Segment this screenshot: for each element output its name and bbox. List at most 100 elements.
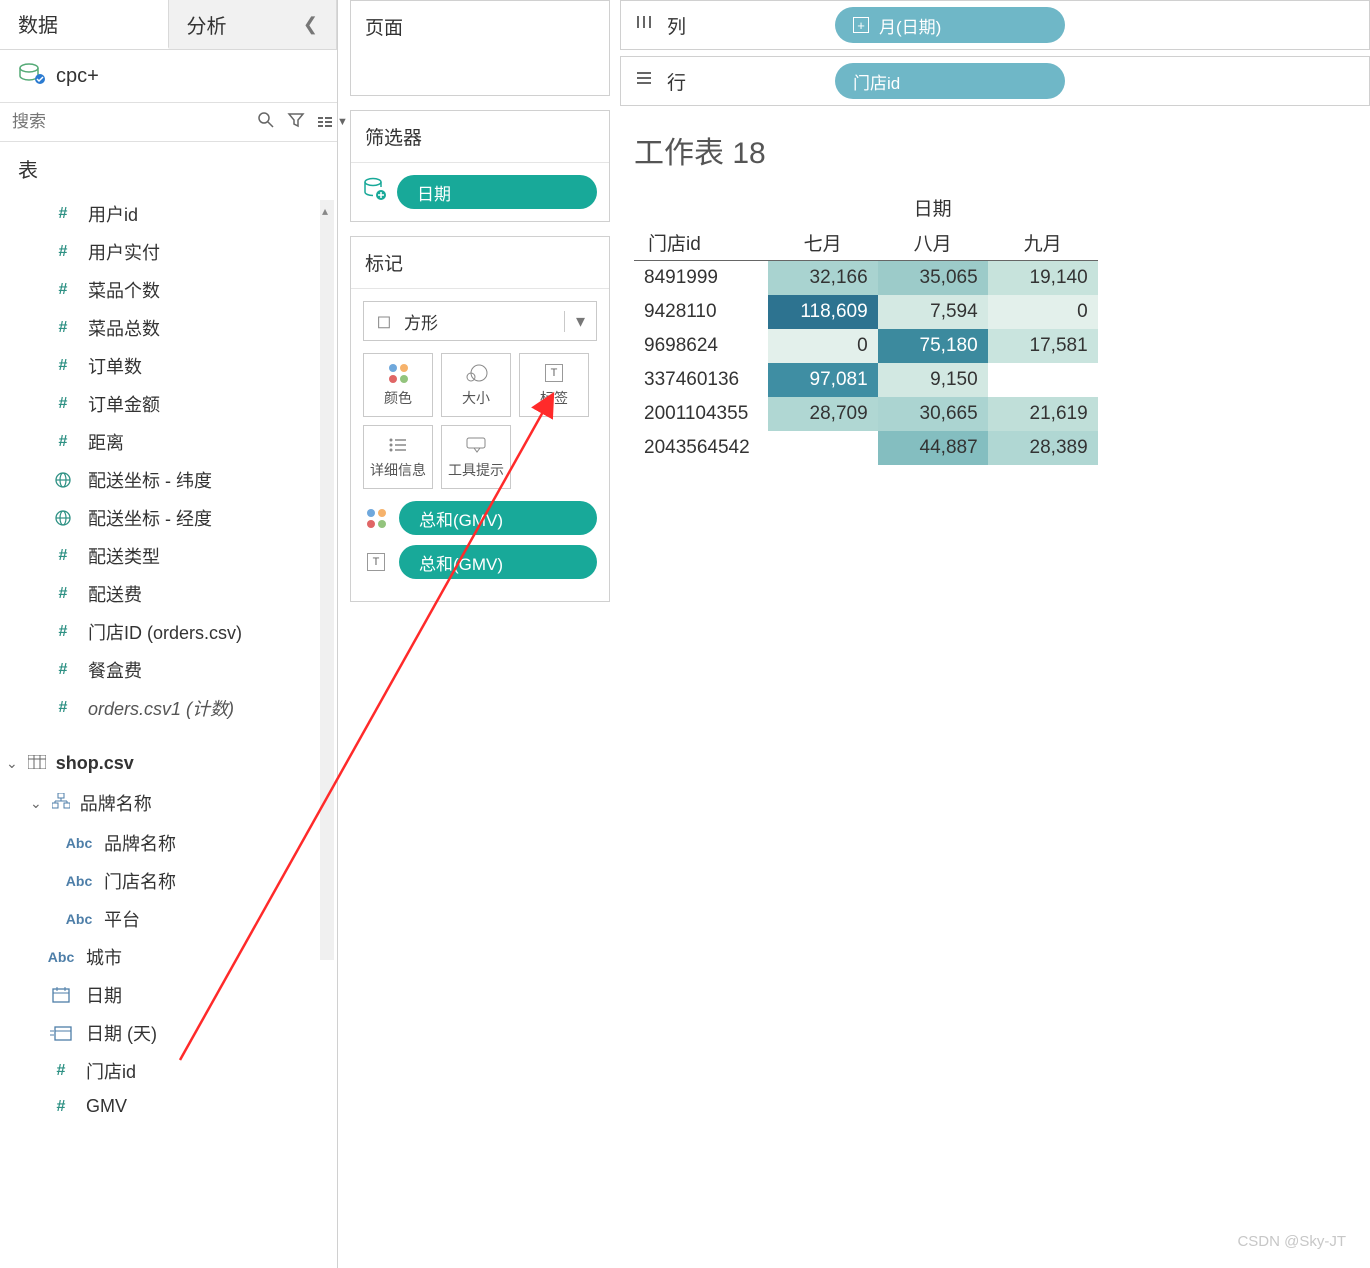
tab-analysis[interactable]: 分析 ❮ <box>169 0 338 49</box>
scroll-up-icon[interactable]: ▴ <box>322 204 328 218</box>
cell: 118,609 <box>768 295 878 329</box>
filter-pill-date[interactable]: 日期 <box>397 175 597 209</box>
field-item[interactable]: 配送坐标 - 纬度 <box>0 461 337 499</box>
field-item[interactable]: #距离 <box>0 423 337 461</box>
column-pill-month-date[interactable]: + 月(日期) <box>835 7 1065 43</box>
cell: 7,594 <box>878 295 988 329</box>
number-icon: # <box>50 395 76 413</box>
field-item[interactable]: #门店ID (orders.csv) <box>0 613 337 651</box>
field-item[interactable]: #菜品个数 <box>0 271 337 309</box>
field-item[interactable]: #GMV <box>0 1090 337 1123</box>
col-header: 八月 <box>878 225 988 261</box>
hierarchy-label: 品牌名称 <box>80 790 152 816</box>
detail-icon <box>388 434 408 456</box>
tooltip-icon <box>465 434 487 456</box>
mark-detail-button[interactable]: 详细信息 <box>363 425 433 489</box>
field-item[interactable]: #订单数 <box>0 347 337 385</box>
mark-pill-text-label: 总和(GMV) <box>399 545 597 579</box>
field-item[interactable]: 日期 (天) <box>0 1014 337 1052</box>
number-icon: # <box>50 281 76 299</box>
field-label: 平台 <box>104 906 140 932</box>
columns-label: 列 <box>667 12 686 39</box>
date-discrete-icon <box>48 1025 74 1041</box>
field-label: 用户实付 <box>88 239 160 265</box>
mark-size-button[interactable]: 大小 <box>441 353 511 417</box>
search-icon[interactable] <box>257 111 275 134</box>
col-super-header: 日期 <box>768 190 1098 225</box>
datasource-row[interactable]: cpc+ <box>0 50 337 102</box>
marks-card: 标记 ◻ 方形 ▾ 颜色 大小 T 标签 <box>350 236 610 602</box>
field-item[interactable]: #配送费 <box>0 575 337 613</box>
rows-shelf[interactable]: 行 门店id <box>620 56 1370 106</box>
string-icon: Abc <box>66 873 92 889</box>
mark-pill-color[interactable]: 总和(GMV) <box>363 501 597 535</box>
table-shop-label: shop.csv <box>56 753 134 774</box>
row-pill-shopid[interactable]: 门店id <box>835 63 1065 99</box>
table-shop[interactable]: ⌄ shop.csv <box>0 745 337 782</box>
field-item[interactable]: #配送类型 <box>0 537 337 575</box>
field-label: 餐盒费 <box>88 657 142 683</box>
filters-title: 筛选器 <box>351 111 609 163</box>
mark-pill-text[interactable]: T 总和(GMV) <box>363 545 597 579</box>
cell <box>988 363 1098 397</box>
table-row: 9698624075,18017,581 <box>634 329 1098 363</box>
field-label: 门店id <box>86 1058 136 1084</box>
worksheet-view: 工作表 18 日期门店id七月八月九月849199932,16635,06519… <box>634 120 1360 465</box>
globe-icon <box>50 509 76 527</box>
dropdown-icon: ▾ <box>564 311 596 332</box>
data-pane: 数据 分析 ❮ cpc+ ▼ 表 ▴ #用户id#用户实付#菜品个数#菜品总数#… <box>0 0 338 1268</box>
filter-icon[interactable] <box>287 111 305 134</box>
field-item[interactable]: #用户id <box>0 195 337 233</box>
tab-analysis-label: 分析 <box>187 10 227 39</box>
field-label: 配送类型 <box>88 543 160 569</box>
mark-color-button[interactable]: 颜色 <box>363 353 433 417</box>
date-icon <box>48 987 74 1003</box>
field-item[interactable]: #用户实付 <box>0 233 337 271</box>
mark-tooltip-button[interactable]: 工具提示 <box>441 425 511 489</box>
field-item[interactable]: # 订单金额 <box>0 385 337 423</box>
field-item[interactable]: #菜品总数 <box>0 309 337 347</box>
columns-shelf[interactable]: 列 + 月(日期) <box>620 0 1370 50</box>
field-label: GMV <box>86 1096 127 1117</box>
field-item[interactable]: 日期 <box>0 976 337 1014</box>
field-item[interactable]: Abc品牌名称 <box>0 824 337 862</box>
expand-icon[interactable]: + <box>853 17 869 33</box>
view-mode-icon[interactable]: ▼ <box>317 115 348 129</box>
field-label: 门店ID (orders.csv) <box>88 619 242 645</box>
mark-color-label: 颜色 <box>384 388 412 408</box>
field-item[interactable]: #orders.csv1 (计数) <box>0 689 337 727</box>
cell: 0 <box>988 295 1098 329</box>
field-item[interactable]: #餐盒费 <box>0 651 337 689</box>
pages-shelf[interactable]: 页面 <box>350 0 610 96</box>
filters-shelf[interactable]: 筛选器 日期 <box>350 110 610 222</box>
collapse-icon[interactable]: ❮ <box>303 14 318 35</box>
field-label: 品牌名称 <box>104 830 176 856</box>
scrollbar[interactable]: ▴ <box>320 200 334 960</box>
field-label: 配送坐标 - 经度 <box>88 505 212 531</box>
field-item[interactable]: #门店id <box>0 1052 337 1090</box>
table-row: 33746013697,0819,150 <box>634 363 1098 397</box>
mark-detail-label: 详细信息 <box>370 460 426 480</box>
mark-label-button[interactable]: T 标签 <box>519 353 589 417</box>
mark-tooltip-label: 工具提示 <box>448 460 504 480</box>
number-icon: # <box>50 205 76 223</box>
mark-type-select[interactable]: ◻ 方形 ▾ <box>363 301 597 341</box>
hierarchy-brand[interactable]: ⌄ 品牌名称 <box>0 782 337 824</box>
datasource-name: cpc+ <box>56 65 99 88</box>
field-item[interactable]: Abc平台 <box>0 900 337 938</box>
datasource-icon <box>18 62 46 90</box>
field-label: 订单金额 <box>88 391 160 417</box>
cell: 28,709 <box>768 397 878 431</box>
field-item[interactable]: Abc城市 <box>0 938 337 976</box>
field-item[interactable]: Abc 门店名称 <box>0 862 337 900</box>
datasource-filter-icon <box>363 177 387 207</box>
field-label: 门店名称 <box>104 868 176 894</box>
column-pill-label: 月(日期) <box>879 13 941 38</box>
field-label: 配送坐标 - 纬度 <box>88 467 212 493</box>
tab-data[interactable]: 数据 <box>0 0 169 49</box>
globe-icon <box>50 471 76 489</box>
search-input[interactable] <box>0 103 245 141</box>
cell: 19,140 <box>988 261 1098 295</box>
field-item[interactable]: 配送坐标 - 经度 <box>0 499 337 537</box>
number-icon: # <box>50 585 76 603</box>
